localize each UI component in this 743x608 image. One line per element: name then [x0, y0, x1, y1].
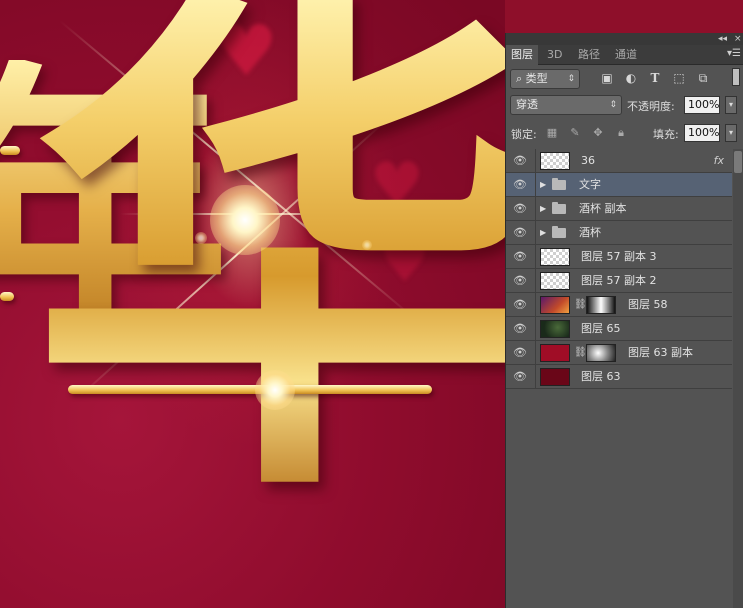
fill-input[interactable]: 100%: [684, 124, 720, 142]
layer-thumbnail: [540, 344, 570, 362]
link-chain-icon[interactable]: ⛓︎: [574, 347, 587, 359]
eye-icon[interactable]: 👁︎: [512, 274, 528, 288]
blend-mode-value: 穿透: [516, 98, 538, 111]
expand-triangle-icon[interactable]: ▶: [540, 226, 546, 240]
adjustment-filter-icon[interactable]: ◐: [624, 71, 638, 85]
tab-layers[interactable]: 图层: [506, 45, 538, 65]
folder-icon: [552, 202, 566, 214]
lock-position-icon[interactable]: ✥: [592, 127, 604, 139]
lens-flare: [195, 232, 207, 244]
link-chain-icon[interactable]: ⛓︎: [574, 299, 587, 311]
layer-name: 图层 58: [628, 298, 668, 311]
layer-name: 图层 57 副本 2: [581, 274, 657, 287]
fill-slider-button[interactable]: ▾: [725, 124, 737, 142]
document-canvas[interactable]: ♥ ♥ ♥ 年 华: [0, 0, 505, 608]
layer-row[interactable]: 👁︎ 图层 65: [506, 317, 732, 341]
opacity-label: 不透明度:: [627, 100, 675, 113]
artwork-glyph: 华: [30, 0, 505, 510]
scrollbar-thumb[interactable]: [734, 151, 742, 173]
lens-flare: [255, 370, 295, 410]
layers-panel: ◂◂ × 图层 3D 路径 通道 ▾☰ ⌕ 类型 ⇕ ▣ ◐ T ⬚ ⧉ 穿透 …: [505, 33, 743, 608]
layer-name: 图层 65: [581, 322, 621, 335]
lens-flare: [362, 240, 372, 250]
layer-row[interactable]: 👁︎ 图层 63: [506, 365, 732, 389]
tab-paths[interactable]: 路径: [573, 45, 605, 65]
layer-thumbnail: [540, 296, 570, 314]
panel-menu-icon[interactable]: ▾☰: [727, 48, 741, 59]
folder-icon: [552, 226, 566, 238]
eye-icon[interactable]: 👁︎: [512, 370, 528, 384]
layer-name: 图层 63 副本: [628, 346, 693, 359]
layer-mask-thumbnail[interactable]: [586, 344, 616, 362]
gold-stroke-bar: [0, 146, 20, 155]
expand-triangle-icon[interactable]: ▶: [540, 178, 546, 192]
folder-icon: [552, 178, 566, 190]
lens-flare: [210, 185, 280, 255]
type-filter-icon[interactable]: T: [648, 71, 662, 85]
panel-title-bar[interactable]: ◂◂ ×: [506, 33, 743, 45]
opacity-input[interactable]: 100%: [684, 96, 720, 114]
lock-transparent-icon[interactable]: ▦: [546, 127, 558, 139]
layer-mask-thumbnail[interactable]: [586, 296, 616, 314]
eye-icon[interactable]: 👁︎: [512, 202, 528, 216]
layer-name: 图层 57 副本 3: [581, 250, 657, 263]
eye-icon[interactable]: 👁︎: [512, 322, 528, 336]
eye-icon[interactable]: 👁︎: [512, 346, 528, 360]
layer-group-row[interactable]: 👁︎ ▶ 酒杯: [506, 221, 732, 245]
layer-thumbnail: [540, 152, 570, 170]
smart-object-filter-icon[interactable]: ⧉: [696, 71, 710, 85]
filter-kind-select[interactable]: ⌕ 类型 ⇕: [510, 69, 580, 89]
layer-name: 文字: [579, 178, 601, 191]
updown-arrow-icon: ⇕: [609, 100, 617, 110]
layer-name: 酒杯: [579, 226, 601, 239]
search-icon: ⌕: [516, 72, 526, 85]
layer-thumbnail: [540, 320, 570, 338]
eye-icon[interactable]: 👁︎: [512, 154, 528, 168]
layer-row[interactable]: 👁︎ 图层 57 副本 3: [506, 245, 732, 269]
layer-row[interactable]: 👁︎ ⛓︎ 图层 58: [506, 293, 732, 317]
lock-all-icon[interactable]: 🔒︎: [615, 127, 627, 139]
gold-stroke-bar: [0, 292, 14, 301]
eye-icon[interactable]: 👁︎: [512, 250, 528, 264]
tab-3d[interactable]: 3D: [542, 45, 567, 65]
layer-group-row[interactable]: 👁︎ ▶ 酒杯 副本: [506, 197, 732, 221]
fill-label: 填充:: [653, 128, 679, 141]
layers-scrollbar[interactable]: [733, 149, 743, 608]
blend-mode-select[interactable]: 穿透 ⇕: [510, 95, 622, 115]
lock-label: 锁定:: [511, 128, 537, 141]
layer-group-row[interactable]: 👁︎ ▶ 文字: [506, 173, 732, 197]
filter-toggle[interactable]: [732, 68, 740, 86]
gold-stroke-bar: [68, 385, 432, 394]
filter-kind-label: 类型: [525, 72, 548, 85]
lock-image-icon[interactable]: ✎: [569, 127, 581, 139]
layer-name: 酒杯 副本: [579, 202, 627, 215]
panel-tabs: 图层 3D 路径 通道 ▾☰: [506, 45, 743, 65]
shape-filter-icon[interactable]: ⬚: [672, 71, 686, 85]
layer-thumbnail: [540, 248, 570, 266]
opacity-slider-button[interactable]: ▾: [725, 96, 737, 114]
double-chevron-left-icon[interactable]: ◂◂: [718, 33, 727, 45]
layer-row[interactable]: 👁︎ 图层 57 副本 2: [506, 269, 732, 293]
pixel-filter-icon[interactable]: ▣: [600, 71, 614, 85]
layer-row[interactable]: 👁︎ 36 fx: [506, 149, 732, 173]
eye-icon[interactable]: 👁︎: [512, 226, 528, 240]
layer-name: 图层 63: [581, 370, 621, 383]
fx-icon[interactable]: fx: [714, 149, 724, 173]
layer-row[interactable]: 👁︎ ⛓︎ 图层 63 副本: [506, 341, 732, 365]
close-icon[interactable]: ×: [734, 33, 742, 45]
updown-arrow-icon: ⇕: [567, 74, 575, 84]
layer-thumbnail: [540, 368, 570, 386]
layer-thumbnail: [540, 272, 570, 290]
expand-triangle-icon[interactable]: ▶: [540, 202, 546, 216]
eye-icon[interactable]: 👁︎: [512, 298, 528, 312]
tab-channels[interactable]: 通道: [610, 45, 642, 65]
layer-name: 36: [581, 154, 595, 167]
eye-icon[interactable]: 👁︎: [512, 178, 528, 192]
